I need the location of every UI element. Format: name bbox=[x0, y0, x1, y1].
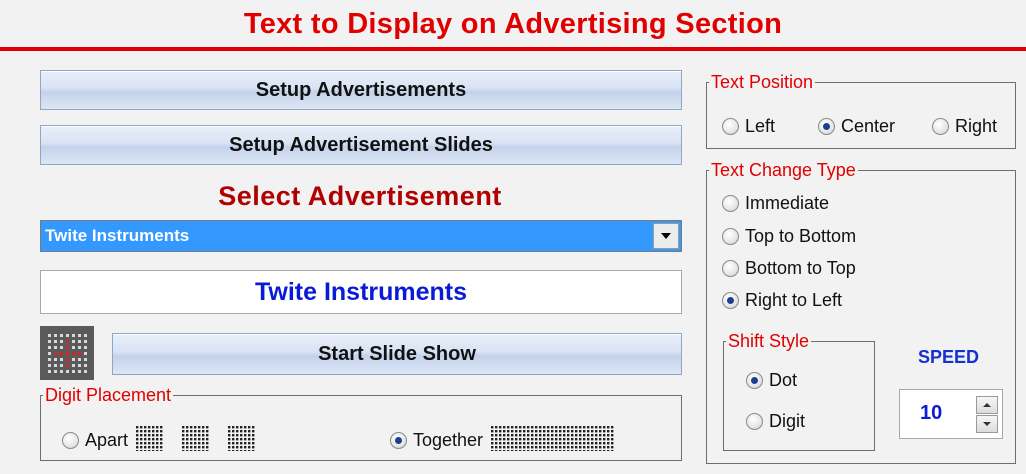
led-grid-icon[interactable] bbox=[40, 326, 94, 380]
radio-dot-label: Dot bbox=[769, 370, 798, 390]
radio-apart[interactable]: Apart bbox=[62, 425, 262, 457]
radio-apart-label: Apart bbox=[85, 430, 129, 450]
radio-bottom-to-top-label: Bottom to Top bbox=[745, 258, 856, 278]
arrow-up-icon[interactable] bbox=[976, 396, 998, 414]
setup-advertisements-button[interactable]: Setup Advertisements bbox=[40, 70, 682, 110]
radio-center-label: Center bbox=[841, 116, 896, 136]
radio-digit[interactable]: Digit bbox=[746, 411, 805, 432]
page-title: Text to Display on Advertising Section bbox=[243, 8, 783, 40]
radio-left[interactable]: Left bbox=[722, 116, 775, 137]
radio-dot[interactable]: Dot bbox=[746, 370, 797, 391]
shift-style-legend: Shift Style bbox=[728, 331, 810, 351]
radio-right[interactable]: Right bbox=[932, 116, 997, 137]
advertisement-dropdown-value: Twite Instruments bbox=[45, 226, 190, 245]
digit-placement-legend: Digit Placement bbox=[45, 385, 172, 405]
apart-dot-matrix-icon bbox=[136, 425, 262, 457]
text-change-type-legend: Text Change Type bbox=[711, 160, 856, 180]
radio-right-label: Right bbox=[955, 116, 998, 136]
radio-top-to-bottom[interactable]: Top to Bottom bbox=[722, 226, 856, 247]
radio-top-to-bottom-label: Top to Bottom bbox=[745, 226, 857, 246]
arrow-down-icon[interactable] bbox=[976, 415, 998, 433]
radio-center[interactable]: Center bbox=[818, 116, 895, 137]
radio-immediate-circle[interactable] bbox=[722, 195, 739, 212]
speed-label: SPEED bbox=[918, 347, 980, 367]
text-position-legend: Text Position bbox=[711, 72, 814, 92]
speed-value[interactable]: 10 bbox=[920, 402, 942, 425]
radio-digit-label: Digit bbox=[769, 411, 806, 431]
radio-left-label: Left bbox=[745, 116, 776, 136]
radio-right-to-left-circle[interactable] bbox=[722, 292, 739, 309]
setup-advertisement-slides-button[interactable]: Setup Advertisement Slides bbox=[40, 125, 682, 165]
radio-right-to-left-label: Right to Left bbox=[745, 290, 843, 310]
radio-immediate-label: Immediate bbox=[745, 193, 830, 213]
radio-left-circle[interactable] bbox=[722, 118, 739, 135]
radio-right-to-left[interactable]: Right to Left bbox=[722, 290, 842, 311]
speed-spinner[interactable]: 10 bbox=[899, 389, 1003, 439]
title-divider bbox=[0, 47, 1026, 51]
start-slide-show-button[interactable]: Start Slide Show bbox=[112, 333, 682, 375]
radio-dot-circle[interactable] bbox=[746, 372, 763, 389]
radio-immediate[interactable]: Immediate bbox=[722, 193, 829, 214]
radio-together[interactable]: Together bbox=[390, 425, 619, 457]
radio-center-circle[interactable] bbox=[818, 118, 835, 135]
radio-apart-circle[interactable] bbox=[62, 432, 79, 449]
radio-together-label: Together bbox=[413, 430, 484, 450]
radio-together-circle[interactable] bbox=[390, 432, 407, 449]
radio-bottom-to-top-circle[interactable] bbox=[722, 260, 739, 277]
together-dot-matrix-icon bbox=[491, 425, 619, 457]
radio-bottom-to-top[interactable]: Bottom to Top bbox=[722, 258, 856, 279]
radio-digit-circle[interactable] bbox=[746, 413, 763, 430]
radio-top-to-bottom-circle[interactable] bbox=[722, 228, 739, 245]
text-position-group: Text Position bbox=[706, 72, 1016, 149]
chevron-down-icon[interactable] bbox=[653, 223, 679, 249]
shift-style-group: Shift Style bbox=[723, 331, 875, 451]
select-advertisement-label: Select Advertisement bbox=[218, 181, 502, 211]
advertisement-text-display: Twite Instruments bbox=[40, 270, 682, 314]
radio-right-circle[interactable] bbox=[932, 118, 949, 135]
advertisement-dropdown[interactable]: Twite Instruments bbox=[40, 220, 682, 252]
